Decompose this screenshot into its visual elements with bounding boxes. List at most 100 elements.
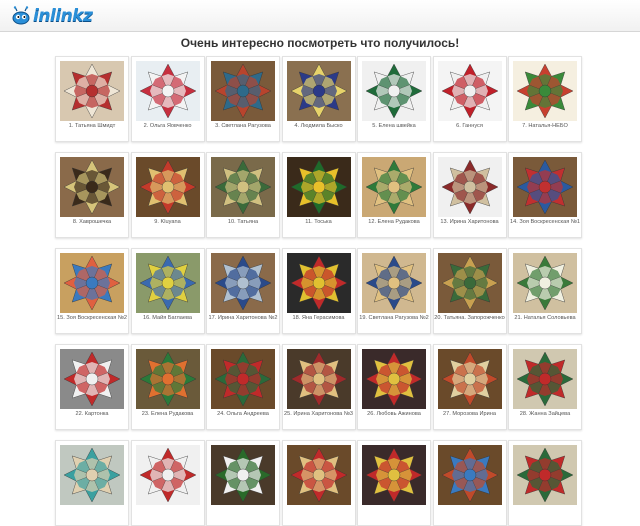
thumbnail-caption[interactable]: 27. Морозова Ирина bbox=[434, 411, 506, 418]
thumbnail-image[interactable] bbox=[437, 349, 502, 409]
thumbnail-caption[interactable]: 25. Ирина Харитонова №3 bbox=[283, 411, 355, 418]
thumbnail-card[interactable]: 9. Kluyana bbox=[130, 152, 205, 238]
thumbnail-caption[interactable]: 6. Ганнуся bbox=[434, 123, 506, 130]
thumbnail-card[interactable] bbox=[130, 440, 205, 526]
thumbnail-card[interactable]: 10. Татьяна bbox=[206, 152, 280, 238]
thumbnail-card[interactable]: 4. Людмила Быско bbox=[281, 56, 356, 142]
thumbnail-card[interactable]: 20. Татьяна. Запорожченко bbox=[432, 248, 507, 334]
thumbnail-card[interactable]: 23. Елена Рудакова bbox=[130, 344, 205, 430]
thumbnail-image[interactable] bbox=[513, 157, 577, 217]
thumbnail-caption[interactable]: 1. Татьяна Шмидт bbox=[56, 123, 128, 130]
thumbnail-card[interactable]: 3. Светлана Рагузова bbox=[206, 56, 280, 142]
thumbnail-image[interactable] bbox=[513, 445, 577, 505]
thumbnail-card[interactable]: 25. Ирина Харитонова №3 bbox=[281, 344, 356, 430]
thumbnail-caption[interactable]: 19. Светлана Рагузова №2 bbox=[358, 315, 430, 322]
thumbnail-caption[interactable]: 12. Елена Рудакова bbox=[358, 219, 430, 226]
thumbnail-image[interactable] bbox=[211, 61, 275, 121]
thumbnail-card[interactable]: 1. Татьяна Шмидт bbox=[55, 56, 129, 142]
thumbnail-caption[interactable]: 15. Зоя Воскресенская №2 bbox=[56, 315, 128, 322]
thumbnail-image[interactable] bbox=[60, 61, 124, 121]
thumbnail-image[interactable] bbox=[362, 157, 426, 217]
thumbnail-caption[interactable]: 2. Ольга Яовченко bbox=[132, 123, 204, 130]
thumbnail-image[interactable] bbox=[437, 445, 502, 505]
thumbnail-caption[interactable]: 4. Людмила Быско bbox=[283, 123, 355, 130]
thumbnail-card[interactable]: 8. Хаврошечка bbox=[55, 152, 129, 238]
thumbnail-caption[interactable]: 20. Татьяна. Запорожченко bbox=[434, 315, 506, 322]
thumbnail-image[interactable] bbox=[60, 157, 124, 217]
thumbnail-card[interactable] bbox=[357, 440, 431, 526]
thumbnail-caption[interactable]: 28. Жанна Зайцева bbox=[509, 411, 581, 418]
thumbnail-image[interactable] bbox=[135, 253, 200, 313]
thumbnail-image[interactable] bbox=[513, 253, 577, 313]
inlinkz-logo[interactable]: inlinkz bbox=[10, 5, 93, 27]
thumbnail-card[interactable]: 2. Ольга Яовченко bbox=[130, 56, 205, 142]
thumbnail-image[interactable] bbox=[513, 349, 577, 409]
thumbnail-card[interactable] bbox=[508, 440, 582, 526]
thumbnail-image[interactable] bbox=[211, 253, 275, 313]
thumbnail-card[interactable] bbox=[432, 440, 507, 526]
thumbnail-image[interactable] bbox=[437, 157, 502, 217]
thumbnail-caption[interactable]: 14. Зоя Воскресенская №1 bbox=[509, 219, 581, 226]
thumbnail-image[interactable] bbox=[135, 61, 200, 121]
thumbnail-card[interactable]: 18. Яна Герасимова bbox=[281, 248, 356, 334]
thumbnail-card[interactable]: 27. Морозова Ирина bbox=[432, 344, 507, 430]
thumbnail-caption[interactable]: 21. Наталья Соловьева bbox=[509, 315, 581, 322]
thumbnail-caption[interactable]: 9. Kluyana bbox=[132, 219, 204, 226]
thumbnail-card[interactable] bbox=[55, 440, 129, 526]
thumbnail-card[interactable]: 24. Ольга Андреева bbox=[206, 344, 280, 430]
thumbnail-image[interactable] bbox=[60, 445, 124, 505]
thumbnail-card[interactable]: 26. Любовь Ажинова bbox=[357, 344, 431, 430]
thumbnail-card[interactable] bbox=[206, 440, 280, 526]
thumbnail-card[interactable]: 6. Ганнуся bbox=[432, 56, 507, 142]
thumbnail-caption[interactable]: 8. Хаврошечка bbox=[56, 219, 128, 226]
thumbnail-caption[interactable]: 24. Ольга Андреева bbox=[207, 411, 279, 418]
thumbnail-card[interactable]: 13. Ирина Харитонова bbox=[432, 152, 507, 238]
thumbnail-card[interactable]: 28. Жанна Зайцева bbox=[508, 344, 582, 430]
thumbnail-card[interactable]: 21. Наталья Соловьева bbox=[508, 248, 582, 334]
thumbnail-card[interactable]: 7. Наталья-НЕБО bbox=[508, 56, 582, 142]
thumbnail-caption[interactable]: 22. Картонка bbox=[56, 411, 128, 418]
thumbnail-image[interactable] bbox=[437, 61, 502, 121]
thumbnail-image[interactable] bbox=[135, 349, 200, 409]
thumbnail-card[interactable]: 11. Тоська bbox=[281, 152, 356, 238]
thumbnail-caption[interactable]: 18. Яна Герасимова bbox=[283, 315, 355, 322]
thumbnail-card[interactable]: 5. Елена швейка bbox=[357, 56, 431, 142]
thumbnail-caption[interactable]: 16. Майя Баглаева bbox=[132, 315, 204, 322]
thumbnail-card[interactable]: 17. Ирина Харитонова №2 bbox=[206, 248, 280, 334]
thumbnail-caption[interactable]: 3. Светлана Рагузова bbox=[207, 123, 279, 130]
thumbnail-image[interactable] bbox=[362, 445, 426, 505]
logo-text: inlinkz bbox=[33, 6, 93, 26]
thumbnail-card[interactable]: 14. Зоя Воскресенская №1 bbox=[508, 152, 582, 238]
thumbnail-caption[interactable]: 23. Елена Рудакова bbox=[132, 411, 204, 418]
thumbnail-caption[interactable]: 7. Наталья-НЕБО bbox=[509, 123, 581, 130]
thumbnail-card[interactable]: 15. Зоя Воскресенская №2 bbox=[55, 248, 129, 334]
thumbnail-image[interactable] bbox=[286, 253, 351, 313]
thumbnail-image[interactable] bbox=[286, 445, 351, 505]
thumbnail-caption[interactable]: 5. Елена швейка bbox=[358, 123, 430, 130]
thumbnail-card[interactable]: 19. Светлана Рагузова №2 bbox=[357, 248, 431, 334]
thumbnail-card[interactable]: 16. Майя Баглаева bbox=[130, 248, 205, 334]
thumbnail-card[interactable] bbox=[281, 440, 356, 526]
thumbnail-card[interactable]: 12. Елена Рудакова bbox=[357, 152, 431, 238]
thumbnail-caption[interactable]: 26. Любовь Ажинова bbox=[358, 411, 430, 418]
thumbnail-image[interactable] bbox=[211, 157, 275, 217]
thumbnail-image[interactable] bbox=[286, 349, 351, 409]
thumbnail-caption[interactable]: 11. Тоська bbox=[283, 219, 355, 226]
thumbnail-image[interactable] bbox=[211, 445, 275, 505]
thumbnail-image[interactable] bbox=[211, 349, 275, 409]
thumbnail-image[interactable] bbox=[362, 253, 426, 313]
thumbnail-image[interactable] bbox=[135, 157, 200, 217]
thumbnail-caption[interactable]: 10. Татьяна bbox=[207, 219, 279, 226]
thumbnail-image[interactable] bbox=[513, 61, 577, 121]
thumbnail-image[interactable] bbox=[60, 253, 124, 313]
thumbnail-image[interactable] bbox=[362, 61, 426, 121]
thumbnail-image[interactable] bbox=[60, 349, 124, 409]
thumbnail-image[interactable] bbox=[286, 61, 351, 121]
thumbnail-caption[interactable]: 13. Ирина Харитонова bbox=[434, 219, 506, 226]
thumbnail-caption[interactable]: 17. Ирина Харитонова №2 bbox=[207, 315, 279, 322]
thumbnail-image[interactable] bbox=[362, 349, 426, 409]
thumbnail-card[interactable]: 22. Картонка bbox=[55, 344, 129, 430]
thumbnail-image[interactable] bbox=[286, 157, 351, 217]
thumbnail-image[interactable] bbox=[135, 445, 200, 505]
thumbnail-image[interactable] bbox=[437, 253, 502, 313]
